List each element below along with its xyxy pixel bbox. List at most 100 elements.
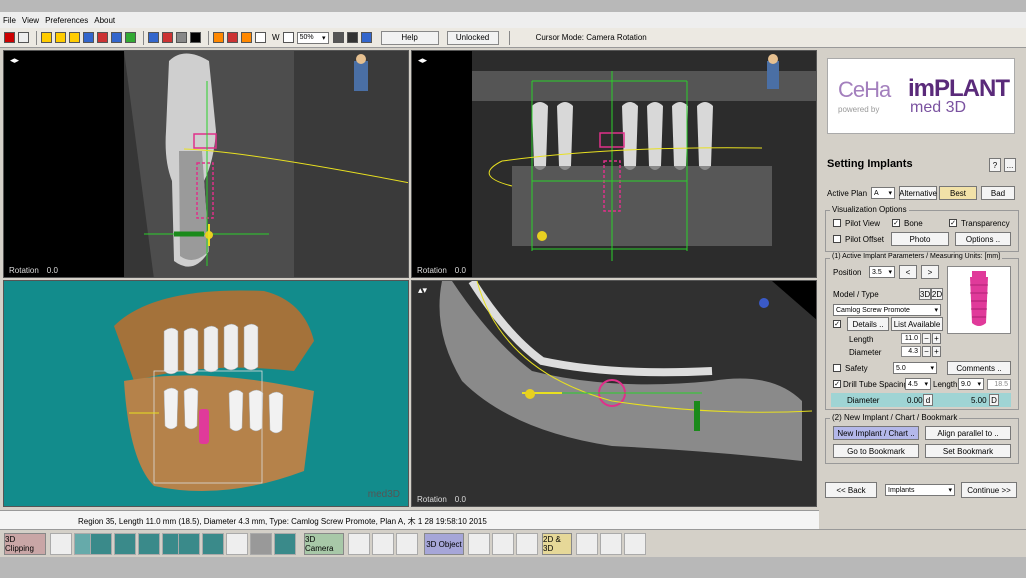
help-button[interactable]: Help (380, 30, 439, 45)
best-button[interactable]: Best (939, 186, 977, 200)
layout-single-icon[interactable] (69, 32, 80, 43)
length-decrement[interactable]: − (922, 333, 931, 344)
pan-arrows-icon[interactable]: ◂▸ (418, 55, 427, 66)
clip-view-7-icon[interactable] (202, 533, 224, 555)
clip-view-10-icon[interactable] (274, 533, 296, 555)
position-prev-button[interactable]: < (899, 265, 917, 279)
more-button[interactable]: ... (1004, 158, 1016, 172)
drill-tube-checkbox[interactable]: ✓ (833, 380, 841, 388)
drill-length-select[interactable]: 9.0 ▾ (958, 378, 984, 390)
pan-arrows-icon[interactable]: ◂▸ (10, 55, 19, 66)
flag-icon[interactable] (227, 32, 238, 43)
clip-view-9-icon[interactable] (250, 533, 272, 555)
back-button[interactable]: << Back (825, 482, 877, 498)
length-increment[interactable]: + (932, 333, 941, 344)
axial-view[interactable]: ▴▾ Rotation 0.0 (411, 280, 817, 507)
diameter-decrement[interactable]: − (922, 346, 931, 357)
save-icon[interactable] (4, 32, 15, 43)
status-bar: Region 35, Length 11.0 mm (18.5), Diamet… (0, 510, 819, 529)
diameter-increment[interactable]: + (932, 346, 941, 357)
layout-ct-icon[interactable] (97, 32, 108, 43)
camera-icon[interactable] (346, 32, 358, 43)
position-next-button[interactable]: > (921, 265, 939, 279)
clip-tool-icon[interactable] (50, 533, 72, 555)
print-icon[interactable] (332, 32, 344, 43)
undo-icon[interactable] (600, 533, 622, 555)
mode-2d-button[interactable]: 2D (931, 288, 943, 300)
clip-view-6-icon[interactable] (178, 533, 200, 555)
list-available-button[interactable]: List Available (891, 317, 943, 331)
clip-view-2-icon[interactable] (90, 533, 112, 555)
rotate-hand-icon[interactable] (348, 533, 370, 555)
object-move-icon[interactable] (492, 533, 514, 555)
menu-view[interactable]: View (22, 16, 39, 25)
menu-file[interactable]: File (3, 16, 16, 25)
export-icon[interactable] (360, 32, 372, 43)
bone-checkbox[interactable]: ✓ (892, 219, 900, 227)
ruler-icon[interactable] (162, 32, 173, 43)
bad-button[interactable]: Bad (981, 186, 1015, 200)
pilot-offset-checkbox[interactable] (833, 235, 841, 243)
layout-grid-icon[interactable] (41, 32, 52, 43)
layout-3d-icon[interactable] (83, 32, 94, 43)
object-rotate-icon[interactable] (468, 533, 490, 555)
lock-icon[interactable] (18, 32, 29, 43)
go-to-bookmark-button[interactable]: Go to Bookmark (833, 444, 919, 458)
refresh-icon[interactable] (125, 32, 136, 43)
clip-view-8-icon[interactable] (226, 533, 248, 555)
object-depth-icon[interactable] (516, 533, 538, 555)
panoramic-view[interactable]: ◂▸ Rotation 0.0 (411, 50, 817, 278)
brightness-icon[interactable] (176, 32, 187, 43)
continue-button[interactable]: Continue >> (961, 482, 1017, 498)
options-button[interactable]: Options .. (955, 232, 1011, 246)
color-icon[interactable] (241, 32, 252, 43)
layout-split-icon[interactable] (55, 32, 66, 43)
align-parallel-button[interactable]: Align parallel to .. (925, 426, 1011, 440)
3d-clipping-button[interactable]: 3D Clipping (4, 533, 46, 555)
2d-3d-button[interactable]: 2D & 3D (542, 533, 572, 555)
set-bookmark-button[interactable]: Set Bookmark (925, 444, 1011, 458)
clip-view-3-icon[interactable] (114, 533, 136, 555)
3d-camera-button[interactable]: 3D Camera (304, 533, 344, 555)
zoom-icon[interactable] (396, 533, 418, 555)
alternative-button[interactable]: Alternative (899, 186, 937, 200)
3d-view[interactable]: med3D (3, 280, 409, 507)
window-level-icon[interactable] (282, 32, 294, 43)
pan-arrows-icon[interactable]: ▴▾ (418, 285, 427, 296)
photo-button[interactable]: Photo (891, 232, 949, 246)
zoom-select[interactable]: 50% ▾ (296, 31, 329, 44)
position-select[interactable]: 3.5 ▾ (869, 266, 895, 278)
lock-toggle-button[interactable]: Unlocked (446, 30, 499, 45)
mode-3d-button[interactable]: 3D (919, 288, 931, 300)
sagittal-view[interactable]: ◂▸ Rotation 0.0 (3, 50, 409, 278)
drill-d-large-button[interactable]: D (989, 394, 999, 406)
bookmark-icon[interactable] (213, 32, 224, 43)
measure-icon[interactable] (148, 32, 159, 43)
diameter-field[interactable]: 4.3 (901, 346, 921, 357)
pilot-view-checkbox[interactable] (833, 219, 841, 227)
drill-spacing-select[interactable]: 4.5 ▾ (905, 378, 931, 390)
layout-pano-icon[interactable] (111, 32, 122, 43)
details-button[interactable]: Details .. (847, 317, 889, 331)
details-checkbox[interactable]: ✓ (833, 320, 841, 328)
active-plan-select[interactable]: A ▾ (871, 187, 895, 199)
section-select[interactable]: Implants ▾ (885, 484, 955, 496)
help-button[interactable]: ? (989, 158, 1001, 172)
new-implant-button[interactable]: New Implant / Chart .. (833, 426, 919, 440)
grid-icon[interactable] (576, 533, 598, 555)
grayscale-icon[interactable] (255, 32, 266, 43)
model-select[interactable]: Camlog Screw Promote ▾ (833, 304, 941, 316)
redo-icon[interactable] (624, 533, 646, 555)
length-field[interactable]: 11.0 (901, 333, 921, 344)
menu-preferences[interactable]: Preferences (45, 16, 88, 25)
3d-object-button[interactable]: 3D Object (424, 533, 464, 555)
drill-d-small-button[interactable]: d (923, 394, 933, 406)
clip-view-4-icon[interactable] (138, 533, 160, 555)
contrast-icon[interactable] (190, 32, 201, 43)
safety-select[interactable]: 5.0 ▾ (893, 362, 937, 374)
transparency-checkbox[interactable]: ✓ (949, 219, 957, 227)
safety-checkbox[interactable] (833, 364, 841, 372)
pan-hand-icon[interactable] (372, 533, 394, 555)
menu-about[interactable]: About (94, 16, 115, 25)
comments-button[interactable]: Comments .. (947, 361, 1011, 375)
